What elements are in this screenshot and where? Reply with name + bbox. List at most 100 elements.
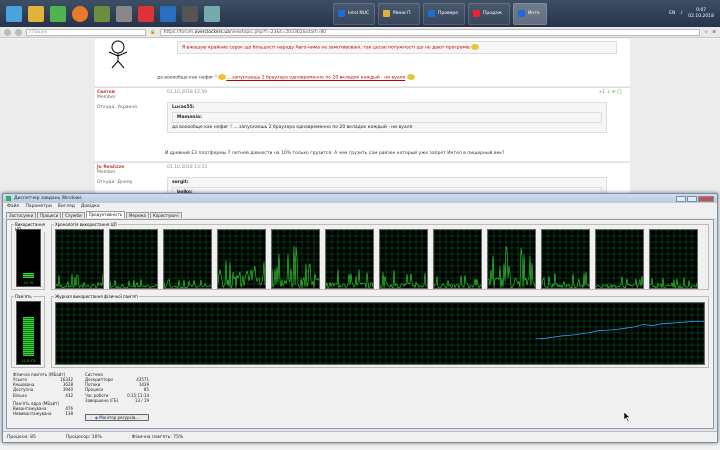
system-tray: EN ♪ 0:07 02.10.2018 (669, 8, 720, 20)
search-input[interactable]: ⌕ Пошук (26, 28, 146, 36)
tab-applications[interactable]: Застосунки (6, 212, 37, 218)
cpu-core-graph (541, 229, 590, 289)
window-titlebar[interactable]: Диспетчер завдань Windows (3, 194, 717, 203)
back-icon[interactable] (4, 28, 11, 36)
memory-gauge-fill (23, 317, 34, 356)
window-title: Диспетчер завдань Windows (14, 196, 82, 201)
search-placeholder: Пошук (31, 29, 48, 35)
cpu-core-graph (325, 229, 374, 289)
cpu-core-graph (649, 229, 698, 289)
menu-file[interactable]: Файл (7, 204, 19, 209)
maximize-button[interactable] (687, 195, 697, 202)
cpu-core-graph (271, 229, 320, 289)
memory-gauge: 11,8 ГБ (16, 301, 41, 365)
avatar (103, 39, 133, 69)
cpu-history-group: Хронологія використання ЦП (51, 222, 709, 290)
memory-history-label: Журнал використання фізичної пам'яті (54, 294, 140, 299)
post-author: Святой Member Откуда: Украина (97, 90, 167, 110)
forward-icon[interactable] (15, 28, 22, 36)
memory-group: Пам'ять 11,8 ГБ (11, 294, 45, 368)
resource-monitor-button[interactable]: ◆ Монітор ресурсів... (85, 414, 149, 421)
tab-services[interactable]: Служби (62, 212, 85, 218)
lock-icon: 🔒 (150, 29, 156, 35)
memory-label: Пам'ять (14, 294, 33, 299)
app-icon-2[interactable] (116, 5, 132, 22)
cpu-gauge-value: 10 % (23, 280, 34, 285)
star-icon[interactable]: ☆ (704, 30, 708, 35)
cpu-gauge-fill (23, 273, 34, 278)
post-author: Jo Realizze Member Откуда: Днепр (97, 165, 167, 185)
menu-help[interactable]: Довідка (81, 204, 100, 209)
mouse-cursor-icon (624, 412, 631, 422)
tab-users[interactable]: Користувачі (150, 212, 182, 218)
stat-label: Завершено (ГБ) (85, 397, 119, 403)
url-path: /viewtopic.php?f=23&t=203362&start=80 (229, 29, 327, 35)
app-icon-5[interactable] (182, 5, 198, 22)
stat-value: 432 (65, 392, 73, 398)
post-text: И древний E3 платформы 7 летней давности… (165, 151, 505, 156)
tab-favicon-icon (518, 10, 525, 17)
taskbar-tab-0[interactable]: Intel NUC (333, 2, 375, 25)
taskbar-tab-1[interactable]: Мини П (378, 2, 420, 25)
tab-label: Intel NUC (348, 11, 370, 16)
app-icon[interactable] (94, 5, 110, 22)
url-field[interactable]: https://forum. overclockers.ua/viewtopic.… (159, 28, 701, 36)
cpu-gauge: 10 % (16, 229, 41, 287)
tab-favicon-icon (383, 10, 390, 17)
status-bar: Процеси: 85 Процесор: 10% Фізична пам'ят… (3, 431, 717, 442)
cpu-core-graph (217, 229, 266, 289)
stat-value: 13 / 19 (134, 397, 149, 403)
tab-processes[interactable]: Процеси (37, 212, 62, 218)
status-cpu: Процесор: 10% (65, 434, 102, 440)
media-icon[interactable] (50, 5, 66, 22)
tab-performance[interactable]: Продуктивність (85, 211, 126, 218)
cpu-core-graph (55, 229, 104, 289)
post-text: да вооообще как нефиг ! ....запускаешь 2… (157, 74, 415, 81)
quote-author: sergit: (172, 180, 189, 185)
app-icon-3[interactable] (138, 5, 154, 22)
tab-label: Продаж (483, 11, 502, 16)
author-location: Откуда: Украина (97, 105, 138, 110)
memory-history-group: Журнал використання фізичної пам'яті (51, 294, 709, 368)
menu-options[interactable]: Параметри (25, 204, 51, 209)
app-icon-6[interactable] (204, 5, 220, 22)
resource-monitor-label: Монітор ресурсів... (99, 415, 140, 420)
stat-label: Невивантажувана (13, 411, 52, 417)
volume-icon[interactable]: ♪ (680, 11, 683, 16)
post-quote: Lucas55: Mamonia: да вооообще как нефиг … (167, 102, 607, 133)
language-indicator[interactable]: EN (669, 11, 675, 16)
tab-networking[interactable]: Мережа (126, 212, 149, 218)
app-icon-4[interactable] (160, 5, 176, 22)
smiley-icon (471, 44, 480, 50)
menu-bar: Файл Параметри Вигляд Довідка (3, 203, 717, 210)
cpu-core-graph (163, 229, 212, 289)
post-date: 01.10.2018 13:53 (167, 165, 208, 170)
clock[interactable]: 0:07 02.10.2018 (688, 8, 714, 20)
shield-icon: ◆ (94, 415, 98, 420)
url-prefix: https://forum. (163, 29, 195, 35)
explorer-icon[interactable] (6, 5, 22, 22)
smiley-icon (406, 74, 415, 80)
taskbar-tab-4[interactable]: Инте (513, 2, 547, 25)
folder-icon[interactable] (28, 5, 44, 22)
taskbar: Intel NUC Мини П Провере Продаж Инте EN … (0, 0, 720, 27)
tab-favicon-icon (473, 10, 480, 17)
tab-favicon-icon (338, 10, 345, 17)
menu-view[interactable]: Вигляд (58, 204, 75, 209)
firefox-icon[interactable] (72, 5, 88, 22)
minimize-button[interactable] (676, 195, 686, 202)
taskbar-tab-3[interactable]: Продаж (468, 2, 510, 25)
tab-label: Провере (438, 11, 459, 16)
cpu-core-graph (433, 229, 482, 289)
cpu-core-graph (595, 229, 644, 289)
cpu-core-graph (109, 229, 158, 289)
taskbar-tab-2[interactable]: Провере (423, 2, 465, 25)
stat-value: 138 (65, 411, 73, 417)
quote-text: да вооообще как нефиг ! ....запускаешь 2… (172, 125, 413, 130)
clock-date: 02.10.2018 (688, 13, 714, 19)
forum-post: Я вжашую крайние сорок що більшості наро… (95, 39, 630, 86)
close-button[interactable] (698, 195, 714, 202)
post-vote[interactable]: +1 ↓ ✉ ◯ (598, 90, 622, 95)
menu-icon[interactable]: ≡ (712, 30, 716, 35)
tab-label: Мини П (393, 11, 411, 16)
